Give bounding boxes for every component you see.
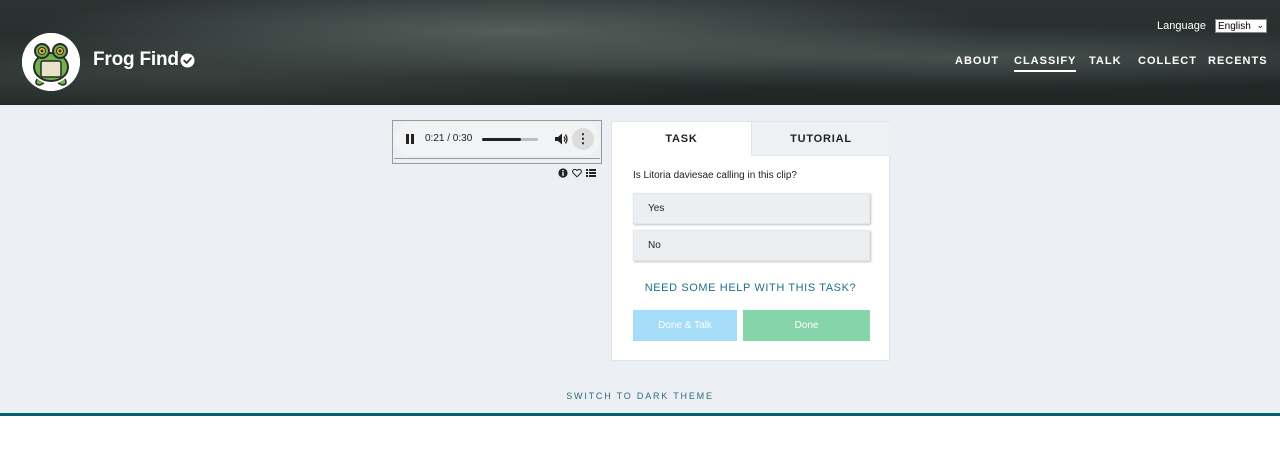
volume-icon[interactable] <box>554 132 568 146</box>
done-button[interactable]: Done <box>743 310 870 341</box>
audio-time: 0:21 / 0:30 <box>425 133 473 144</box>
chevron-down-icon: ⌄ <box>1256 20 1264 30</box>
audio-progress-slider[interactable] <box>482 138 538 141</box>
language-select[interactable]: English ⌄ <box>1215 19 1267 33</box>
answer-no-button[interactable]: No <box>633 230 870 261</box>
footer-divider <box>0 413 1280 416</box>
tab-tutorial[interactable]: TUTORIAL <box>751 122 890 156</box>
info-icon[interactable] <box>558 165 568 178</box>
audio-player[interactable]: 0:21 / 0:30 ⋮ <box>394 122 600 156</box>
task-help-link[interactable]: NEED SOME HELP WITH THIS TASK? <box>612 282 889 294</box>
verified-badge-icon <box>180 53 195 68</box>
nav-talk[interactable]: TALK <box>1089 55 1122 67</box>
nav-recents[interactable]: RECENTS <box>1208 55 1268 67</box>
answer-yes-button[interactable]: Yes <box>633 193 870 224</box>
done-and-talk-button[interactable]: Done & Talk <box>633 310 737 341</box>
audio-progress-fill <box>482 138 522 141</box>
subject-divider <box>394 158 600 159</box>
dark-theme-toggle[interactable]: SWITCH TO DARK THEME <box>0 391 1280 401</box>
task-panel: TASK TUTORIAL Is Litoria daviesae callin… <box>611 121 890 361</box>
language-select-value: English <box>1218 20 1251 32</box>
task-question: Is Litoria daviesae calling in this clip… <box>633 170 797 181</box>
nav-collect[interactable]: COLLECT <box>1138 55 1197 67</box>
frog-logo-icon <box>22 33 80 91</box>
nav-about[interactable]: ABOUT <box>955 55 999 67</box>
subject-meta-tools <box>558 164 596 178</box>
project-title[interactable]: Frog Find <box>93 49 179 71</box>
tab-task[interactable]: TASK <box>612 122 751 156</box>
favorite-heart-icon[interactable] <box>572 165 582 178</box>
project-avatar[interactable] <box>22 33 80 91</box>
language-label: Language <box>1157 20 1206 32</box>
nav-classify[interactable]: CLASSIFY <box>1014 55 1077 72</box>
pause-icon[interactable] <box>406 134 415 144</box>
site-header: Frog Find Language English ⌄ ABOUT CLASS… <box>0 0 1280 105</box>
more-options-icon[interactable]: ⋮ <box>572 128 594 150</box>
collections-list-icon[interactable] <box>586 165 596 177</box>
